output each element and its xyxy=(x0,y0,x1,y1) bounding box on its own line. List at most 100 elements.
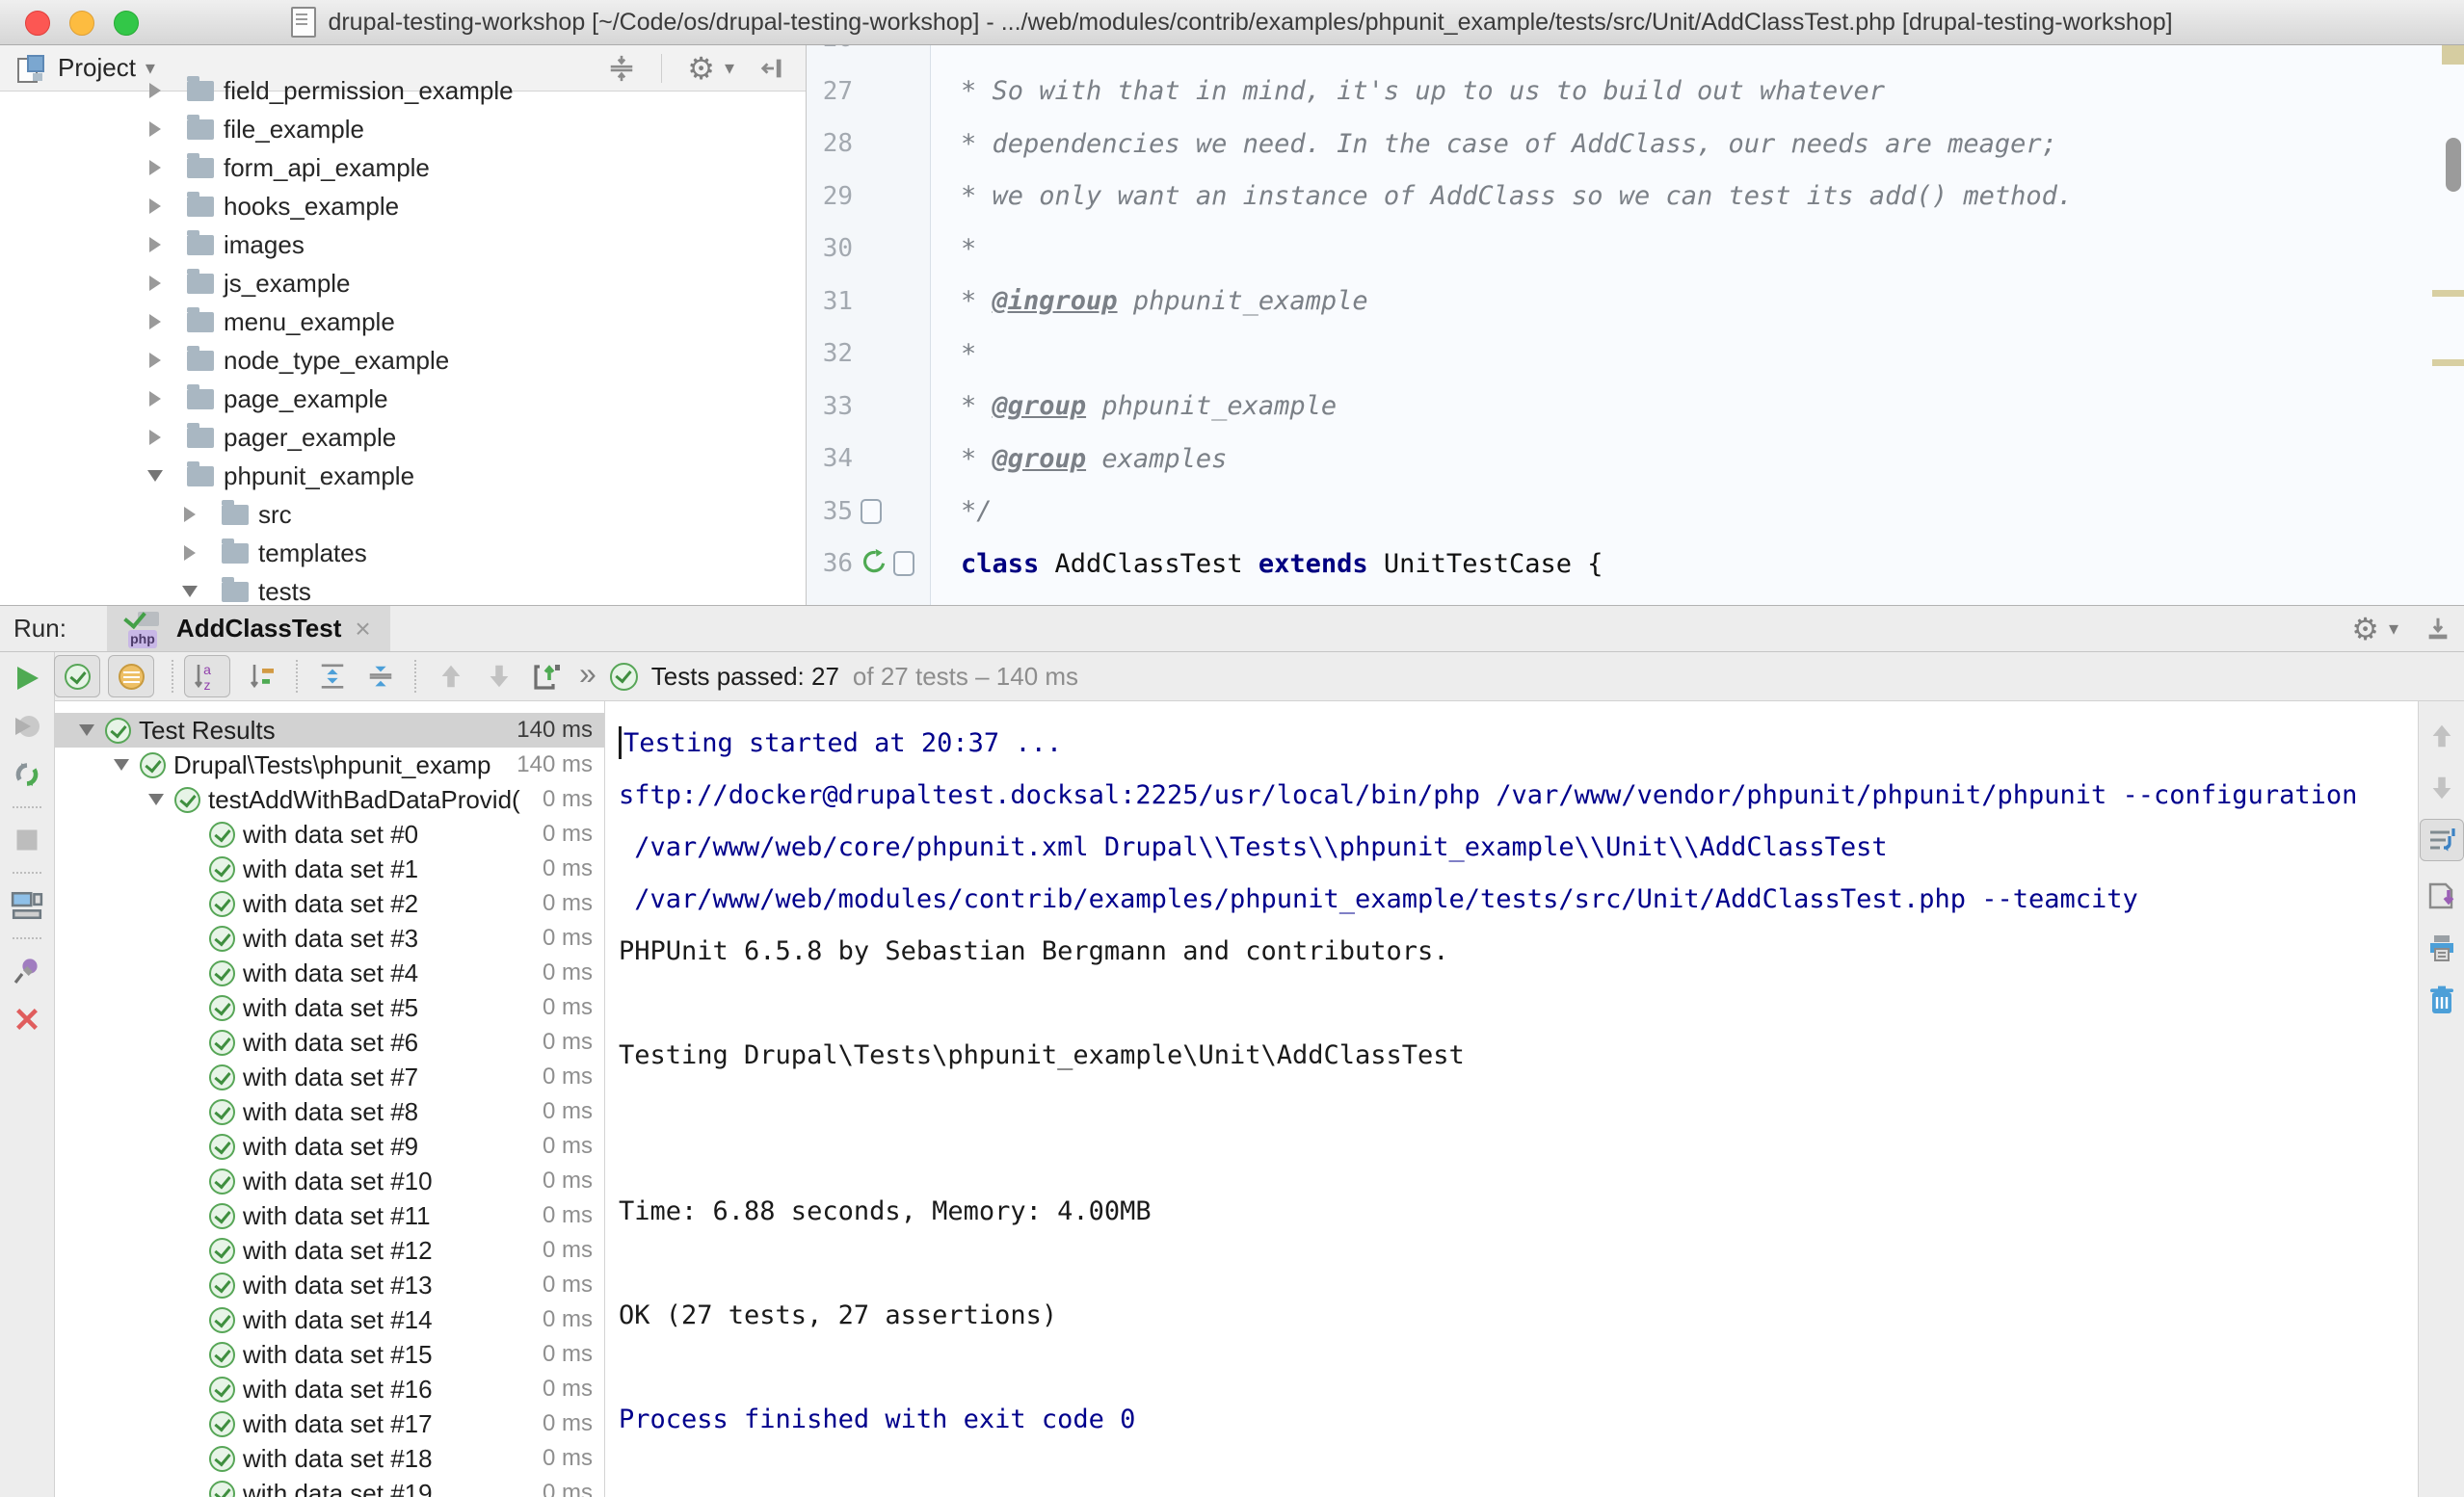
chevron-right-icon[interactable] xyxy=(143,314,168,329)
run-tab-addclasstest[interactable]: php AddClassTest × xyxy=(107,606,390,651)
test-tree-row[interactable]: with data set #180 ms xyxy=(55,1441,604,1476)
expand-all-button[interactable] xyxy=(316,660,349,693)
project-tree-item[interactable]: menu_example xyxy=(0,302,806,341)
project-tree-item[interactable]: js_example xyxy=(0,264,806,302)
minimize-window-button[interactable] xyxy=(69,11,94,36)
pin-tab-button[interactable] xyxy=(11,955,43,987)
close-tab-icon[interactable]: × xyxy=(355,614,370,644)
project-tree-item[interactable]: images xyxy=(0,225,806,264)
chevron-down-icon[interactable] xyxy=(177,586,202,597)
chevron-right-icon[interactable] xyxy=(143,83,168,98)
collapse-all-button[interactable] xyxy=(364,660,397,693)
chevron-right-icon[interactable] xyxy=(143,121,168,137)
project-tree-item[interactable]: templates xyxy=(0,534,806,572)
test-tree-row[interactable]: Test Results140 ms xyxy=(55,713,604,748)
hide-panel-icon[interactable] xyxy=(759,54,788,83)
fold-marker-icon[interactable] xyxy=(861,499,882,524)
chevron-right-icon[interactable] xyxy=(143,430,168,445)
chevron-down-icon[interactable] xyxy=(109,759,134,771)
chevron-down-icon[interactable] xyxy=(144,794,169,805)
chevron-right-icon[interactable] xyxy=(177,507,202,522)
test-tree-row[interactable]: Drupal\Tests\phpunit_examp140 ms xyxy=(55,748,604,782)
test-tree-row[interactable]: with data set #100 ms xyxy=(55,1164,604,1198)
previous-failed-test-button[interactable] xyxy=(435,660,467,693)
test-tree-row[interactable]: with data set #70 ms xyxy=(55,1060,604,1094)
test-results-tree[interactable]: Test Results140 msDrupal\Tests\phpunit_e… xyxy=(55,701,605,1497)
down-the-stack-trace-button[interactable] xyxy=(2424,771,2459,805)
project-panel-title[interactable]: Project xyxy=(58,53,136,83)
project-settings-button[interactable]: ⚙ ▾ xyxy=(687,53,734,84)
chevron-right-icon[interactable] xyxy=(143,198,168,214)
up-the-stack-trace-button[interactable] xyxy=(2424,719,2459,753)
next-failed-test-button[interactable] xyxy=(483,660,516,693)
restore-layout-button[interactable] xyxy=(11,889,43,922)
run-test-icon[interactable] xyxy=(861,548,888,580)
soft-wrap-toggle[interactable] xyxy=(2420,819,2464,861)
test-tree-row[interactable]: with data set #30 ms xyxy=(55,921,604,956)
project-tree-item[interactable]: hooks_example xyxy=(0,187,806,225)
test-tree-row[interactable]: with data set #60 ms xyxy=(55,1025,604,1060)
test-tree-row[interactable]: with data set #150 ms xyxy=(55,1337,604,1372)
code-editor[interactable]: 2627* So with that in mind, it's up to u… xyxy=(807,45,2464,605)
chevron-right-icon[interactable] xyxy=(143,276,168,291)
run-settings-button[interactable]: ⚙ ▾ xyxy=(2351,614,2398,644)
show-ignored-toggle[interactable] xyxy=(108,655,154,697)
rerun-failed-tests-button[interactable] xyxy=(11,710,43,743)
collapse-all-icon[interactable] xyxy=(607,54,636,83)
console-output[interactable]: Testing started at 20:37 ...sftp://docke… xyxy=(605,701,2418,1497)
test-tree-row[interactable]: with data set #50 ms xyxy=(55,990,604,1025)
test-duration: 0 ms xyxy=(539,821,604,848)
chevron-right-icon[interactable] xyxy=(143,353,168,368)
chevron-right-icon[interactable] xyxy=(143,237,168,252)
rerun-button[interactable] xyxy=(11,662,43,695)
project-tree-item[interactable]: pager_example xyxy=(0,418,806,457)
hide-panel-icon[interactable] xyxy=(2424,615,2452,643)
test-tree-row[interactable]: with data set #80 ms xyxy=(55,1094,604,1129)
inspection-status-indicator[interactable] xyxy=(2442,45,2464,65)
close-panel-button[interactable] xyxy=(11,1003,43,1036)
chevron-right-icon[interactable] xyxy=(143,391,168,407)
test-tree-row[interactable]: with data set #190 ms xyxy=(55,1476,604,1497)
more-actions-icon[interactable]: » xyxy=(579,656,596,692)
project-tree-item[interactable]: node_type_example xyxy=(0,341,806,380)
close-window-button[interactable] xyxy=(25,11,50,36)
test-tree-row[interactable]: with data set #40 ms xyxy=(55,956,604,990)
zoom-window-button[interactable] xyxy=(114,11,139,36)
chevron-down-icon[interactable]: ▾ xyxy=(146,56,155,80)
chevron-right-icon[interactable] xyxy=(177,545,202,561)
print-button[interactable] xyxy=(2424,931,2459,965)
toolbar-separator xyxy=(13,806,41,808)
project-tree-item[interactable]: tests xyxy=(0,572,806,605)
test-tree-row[interactable]: with data set #10 ms xyxy=(55,852,604,886)
chevron-down-icon[interactable] xyxy=(143,470,168,482)
sort-alphabetically-toggle[interactable]: a z xyxy=(184,655,230,697)
warning-stripe-mark[interactable] xyxy=(2432,290,2464,297)
test-tree-row[interactable]: with data set #90 ms xyxy=(55,1129,604,1164)
export-to-file-button[interactable] xyxy=(2424,879,2459,913)
test-tree-row[interactable]: with data set #160 ms xyxy=(55,1372,604,1406)
test-tree-row[interactable]: with data set #170 ms xyxy=(55,1406,604,1441)
show-passed-toggle[interactable] xyxy=(54,655,100,697)
stop-button[interactable] xyxy=(11,824,43,856)
sort-by-duration-button[interactable] xyxy=(246,660,278,693)
test-tree-row[interactable]: with data set #140 ms xyxy=(55,1302,604,1337)
chevron-down-icon[interactable] xyxy=(74,724,99,736)
warning-stripe-mark[interactable] xyxy=(2432,359,2464,366)
test-tree-row[interactable]: with data set #00 ms xyxy=(55,817,604,852)
import-test-results-button[interactable] xyxy=(531,660,564,693)
chevron-right-icon[interactable] xyxy=(143,160,168,175)
toggle-auto-test-icon[interactable] xyxy=(11,758,43,791)
project-tree-item[interactable]: form_api_example xyxy=(0,148,806,187)
project-tree-item[interactable]: src xyxy=(0,495,806,534)
project-tree-item[interactable]: phpunit_example xyxy=(0,457,806,495)
test-tree-row[interactable]: with data set #120 ms xyxy=(55,1233,604,1268)
editor-vertical-scrollbar[interactable] xyxy=(2446,138,2461,192)
project-tree-item[interactable]: file_example xyxy=(0,110,806,148)
test-tree-row[interactable]: testAddWithBadDataProvid(0 ms xyxy=(55,782,604,817)
fold-marker-icon[interactable] xyxy=(893,551,914,576)
project-tree-item[interactable]: page_example xyxy=(0,380,806,418)
test-tree-row[interactable]: with data set #20 ms xyxy=(55,886,604,921)
test-tree-row[interactable]: with data set #130 ms xyxy=(55,1268,604,1302)
test-tree-row[interactable]: with data set #110 ms xyxy=(55,1198,604,1233)
clear-all-button[interactable] xyxy=(2424,983,2459,1017)
